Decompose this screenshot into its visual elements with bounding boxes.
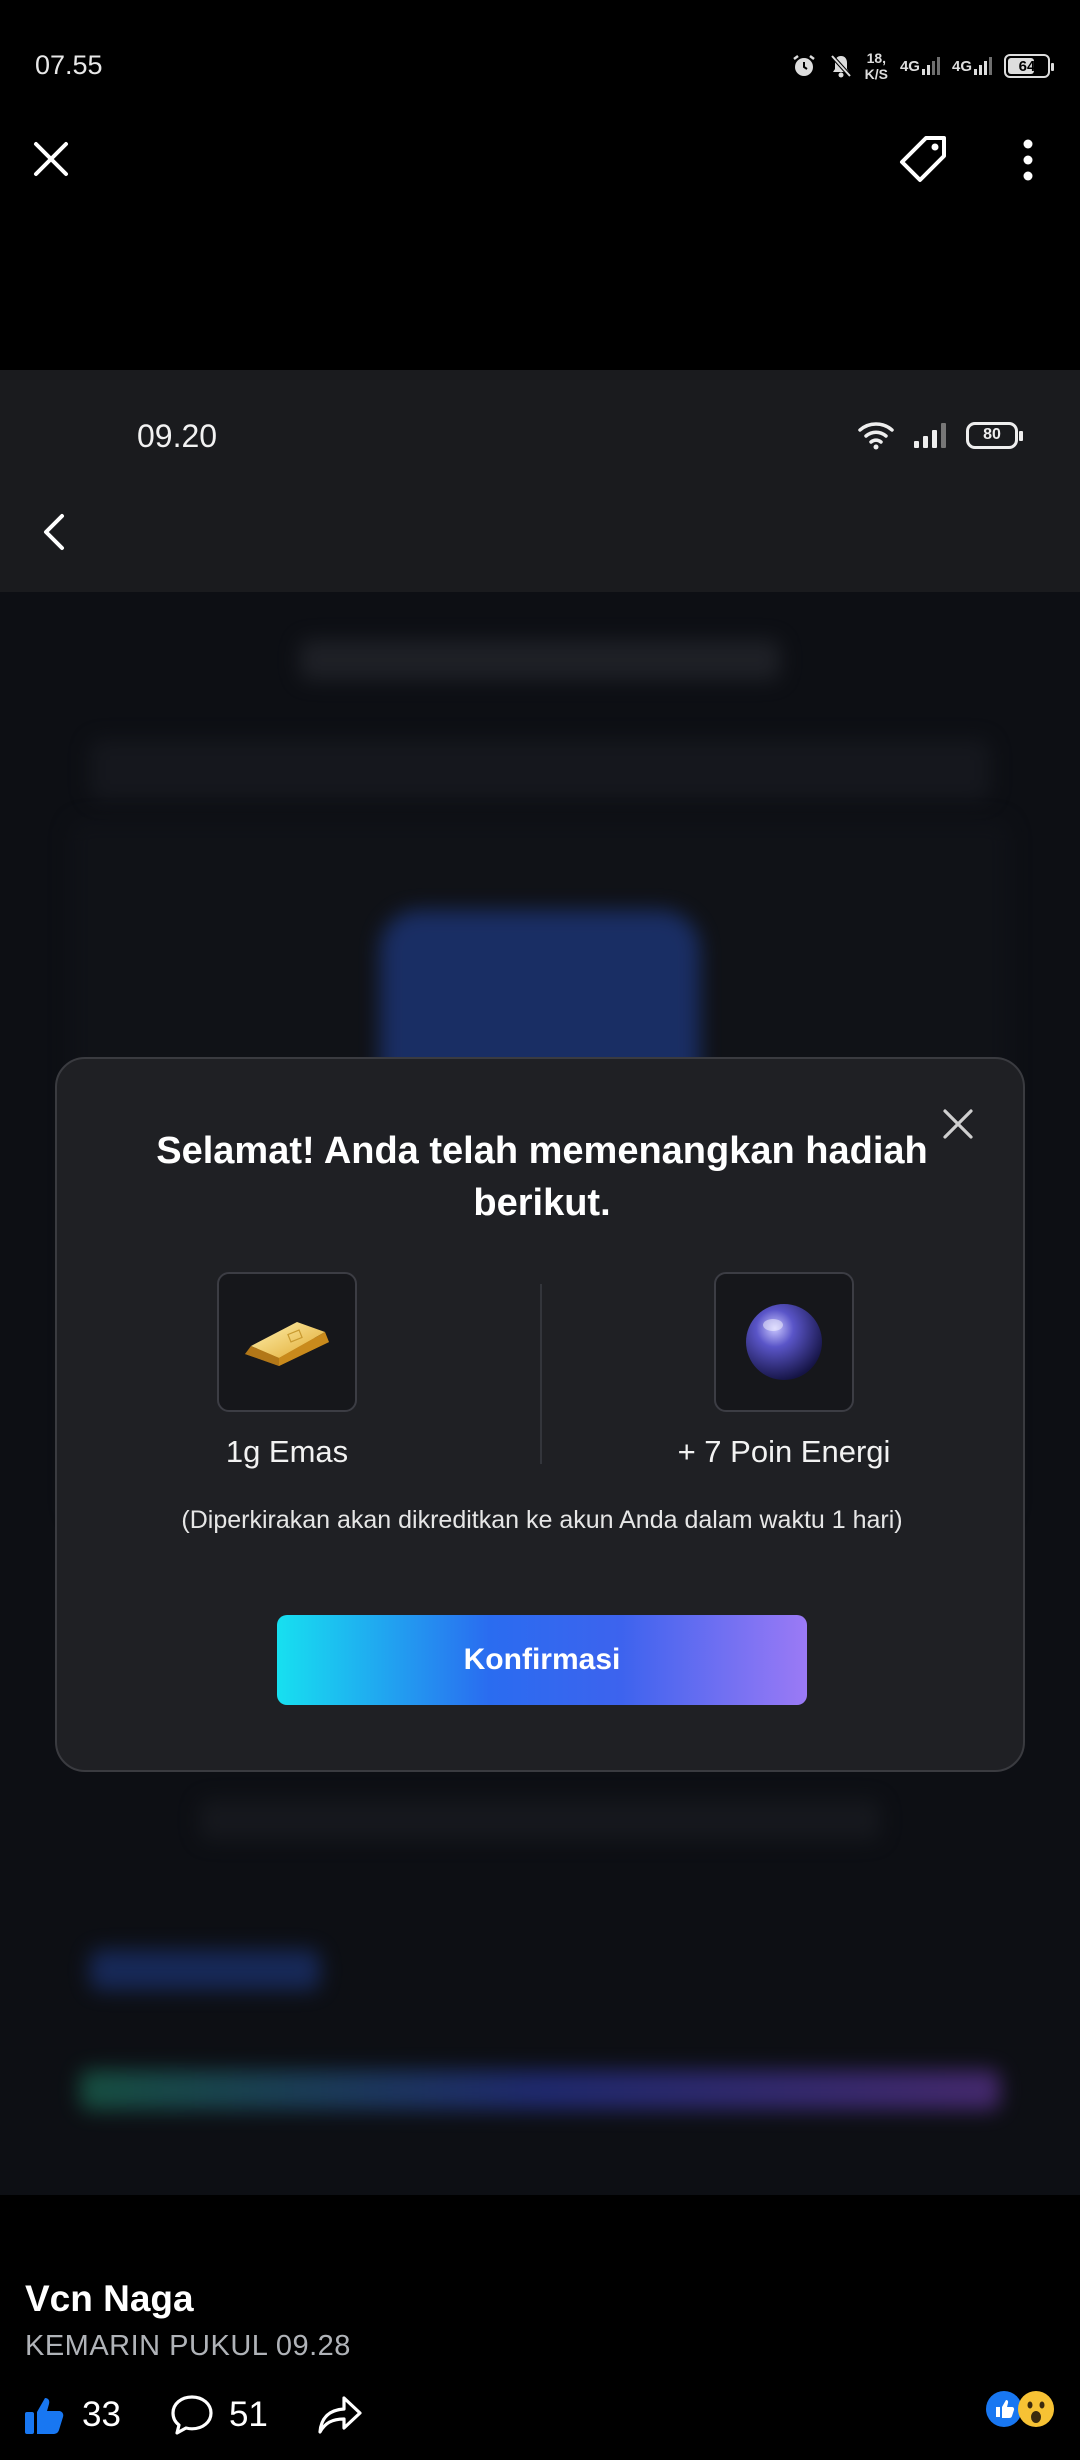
inner-battery-icon: 80 (966, 421, 1023, 449)
post-timestamp: KEMARIN PUKUL 09.28 (25, 2330, 351, 2362)
signal-2: 4G (952, 57, 992, 75)
tag-button[interactable] (896, 132, 952, 188)
prize-label: 1g Emas (225, 1434, 349, 1469)
speed-unit: K/S (864, 66, 888, 82)
comment-button[interactable]: 51 (169, 2392, 268, 2438)
wifi-icon (858, 422, 894, 450)
battery-level: 64 (1018, 57, 1036, 75)
status-bar: 07.55 18, K/S 4G 4G 64 (0, 0, 1080, 135)
like-button[interactable]: 33 (22, 2392, 121, 2438)
mute-bell-icon (829, 53, 853, 79)
credit-note: (Diperkirakan akan dikreditkan ke akun A… (181, 1506, 903, 1534)
speed-value: 18, (866, 50, 887, 66)
wow-reaction-icon (1018, 2391, 1054, 2427)
tag-icon (900, 136, 946, 182)
inner-status-icons: 80 (856, 420, 1023, 450)
share-icon (318, 2396, 362, 2434)
signal-bars-icon (921, 57, 940, 75)
share-button[interactable] (316, 2392, 364, 2438)
network-speed: 18, K/S (865, 50, 888, 82)
cellular-signal-icon (914, 423, 946, 448)
gold-bar-icon (245, 1322, 329, 1366)
close-icon (34, 142, 68, 176)
post-footer: Vcn Naga KEMARIN PUKUL 09.28 33 51 (0, 2195, 1080, 2460)
blurred-background (80, 2070, 1000, 2110)
status-icons: 18, K/S 4G 4G 64 (791, 50, 1054, 82)
prize-image-box (217, 1272, 357, 1412)
blurred-background (90, 740, 990, 800)
blurred-background (300, 640, 780, 680)
prize-gold: 1g Emas (137, 1272, 437, 1470)
network-type-1: 4G (899, 58, 920, 75)
dialog-title: Selamat! Anda telah memenangkan hadiah b… (156, 1130, 928, 1224)
divider (540, 1284, 542, 1464)
alarm-icon (791, 53, 817, 79)
more-options-button[interactable] (1010, 132, 1046, 188)
post-actions: 33 51 (22, 2385, 412, 2445)
signal-bars-icon (974, 57, 992, 75)
blurred-background (90, 1950, 320, 1990)
thumbs-up-icon (25, 2398, 64, 2434)
prize-image-box (714, 1272, 854, 1412)
post-author[interactable]: Vcn Naga (25, 2278, 194, 2320)
comment-count: 51 (228, 2395, 268, 2434)
viewer-top-bar (0, 120, 1080, 200)
confirm-button[interactable]: Konfirmasi (277, 1615, 807, 1705)
chevron-left-icon (44, 514, 64, 550)
energy-orb-icon (746, 1304, 822, 1380)
inner-battery-level: 80 (983, 426, 1001, 443)
signal-1: 4G (900, 57, 940, 75)
inner-status-time: 09.20 (137, 418, 218, 454)
battery-icon: 64 (1004, 54, 1054, 78)
blurred-background (200, 1800, 880, 1840)
more-vertical-icon (1023, 139, 1033, 181)
reward-dialog: Selamat! Anda telah memenangkan hadiah b… (55, 1057, 1025, 1772)
prize-energy: + 7 Poin Energi (634, 1272, 934, 1470)
comment-icon (171, 2395, 213, 2435)
network-type-2: 4G (951, 58, 972, 75)
like-count: 33 (82, 2395, 121, 2434)
close-button[interactable] (28, 136, 74, 182)
status-time: 07.55 (35, 50, 103, 80)
back-button[interactable] (36, 508, 72, 556)
inner-header: 09.20 80 (0, 370, 1080, 592)
reactions-summary[interactable] (985, 2390, 1055, 2428)
prize-label: + 7 Poin Energi (677, 1434, 891, 1469)
